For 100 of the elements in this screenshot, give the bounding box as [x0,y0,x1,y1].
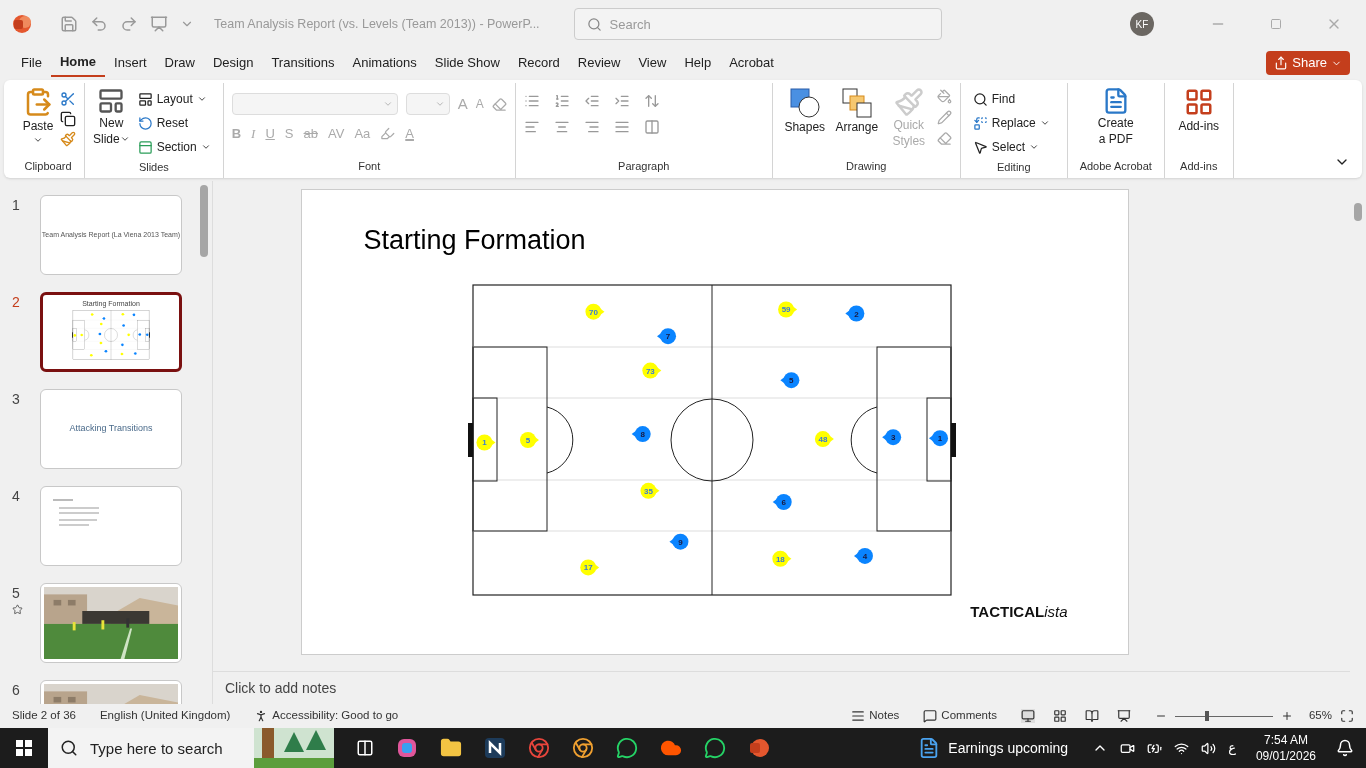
decrease-indent-icon[interactable] [583,93,600,109]
shape-fill-icon[interactable] [936,89,952,104]
slide-number: 5 [12,584,20,603]
align-right-icon[interactable] [583,119,600,135]
app-icon[interactable] [484,737,506,759]
clock-time[interactable]: 7:54 AM [1263,732,1308,748]
player-marker: 9 [668,533,688,550]
numbering-icon[interactable] [553,93,570,109]
slide-number: 2 [12,293,20,312]
create-pdf-button[interactable]: Create a PDF [1075,87,1156,147]
zoom-value[interactable]: 65% [1308,707,1332,725]
cut-icon[interactable] [60,91,76,107]
player-marker: 17 [579,558,599,575]
align-center-icon[interactable] [553,119,570,135]
ribbon-button[interactable]: Reset [133,111,215,135]
normal-view-icon[interactable] [1020,709,1035,723]
slide-sorter-icon[interactable] [1052,709,1067,723]
copy-icon[interactable] [60,111,76,127]
wifi-icon[interactable] [1174,740,1190,756]
player-marker: 48 [814,430,834,447]
user-avatar[interactable]: KF [1130,12,1154,36]
ribbon-tab[interactable]: File [12,49,51,77]
new-slide-icon [97,87,126,115]
highlighter-icon[interactable] [380,125,396,141]
zoom-slider[interactable] [1174,711,1273,721]
ribbon-tab[interactable]: View [629,49,676,77]
justify-icon[interactable] [613,119,630,135]
drawing-button[interactable]: Shapes [780,87,829,135]
taskbar-search-field[interactable]: Type here to search [90,728,240,768]
ribbon-button[interactable]: Find [968,87,1059,111]
ribbon-button[interactable]: Select [968,135,1059,159]
columns-icon[interactable] [643,119,660,135]
line-spacing-icon[interactable] [643,93,660,109]
notifications-icon[interactable] [1336,739,1354,757]
slide-thumbnail[interactable]: Attacking Transitions [40,389,182,469]
restore-icon[interactable] [1270,18,1282,30]
player-marker: 7 [656,327,676,344]
ribbon-tab[interactable]: Animations [343,49,426,77]
slide-counter: Slide 2 of 36 [12,708,76,724]
fit-slide-icon[interactable] [1340,709,1354,723]
ribbon-button[interactable]: Section [133,135,215,159]
increase-indent-icon[interactable] [613,93,630,109]
accessibility-status[interactable]: Accessibility: Good to go [254,707,399,725]
slide-thumbnail[interactable] [40,486,182,566]
redo-icon[interactable] [120,15,138,33]
ribbon-button[interactable]: Layout [133,87,215,111]
font-name-field[interactable] [231,93,398,116]
shape-outline-icon[interactable] [936,110,952,125]
ribbon-tab[interactable]: Slide Show [425,49,509,77]
ribbon-tab[interactable]: Insert [105,49,156,77]
clock-date[interactable]: 09/01/2026 [1255,748,1316,764]
chrome-icon[interactable] [572,737,594,759]
notes-button[interactable]: Notes [851,707,900,725]
ribbon-tab[interactable]: Transitions [262,49,344,77]
share-button[interactable]: Share [1266,51,1350,75]
slideshow-icon[interactable] [1116,709,1131,723]
font-size-field[interactable] [405,93,450,116]
scrollbar-thumb[interactable] [1354,203,1362,221]
bullets-icon[interactable] [523,93,540,109]
ribbon-tab[interactable]: Review [568,49,630,77]
ribbon-tab[interactable]: Record [508,49,569,77]
notes-placeholder[interactable]: Click to add notes [225,677,337,699]
paste-button[interactable]: Paste [20,87,56,145]
zoom-in-icon[interactable] [1280,710,1293,722]
scrollbar-thumb[interactable] [200,185,208,257]
task-view-icon[interactable] [356,739,374,757]
ribbon-tab[interactable]: Draw [155,49,204,77]
ribbon-tab[interactable]: Acrobat [720,49,783,77]
whatsapp-icon[interactable] [704,737,726,759]
slide-number: 6 [12,681,20,700]
new-slide-button[interactable]: New Slide [93,87,130,147]
reading-view-icon[interactable] [1084,709,1099,723]
volume-icon[interactable] [1201,740,1217,756]
clear-formatting-icon[interactable] [491,96,507,112]
ribbon-tab[interactable]: Help [675,49,721,77]
file-explorer-icon[interactable] [440,737,462,759]
news-widget[interactable]: Earnings upcoming [948,737,1069,759]
add-ins-button[interactable]: Add-ins [1172,87,1225,135]
copilot-icon[interactable] [396,737,418,759]
shape-effects-icon[interactable] [936,131,952,146]
presentation-icon[interactable] [150,15,168,33]
comments-button[interactable]: Comments [923,707,997,725]
taskbar-search-box[interactable]: Type here to search [48,728,334,768]
ribbon-tab[interactable]: Home [50,49,106,77]
caret-icon [196,94,207,104]
search-box[interactable]: Search [573,8,942,40]
ribbon-tab[interactable]: Design [203,49,263,77]
slide-number: 4 [12,487,20,506]
keyboard-language[interactable]: ع [1228,738,1236,758]
language-status[interactable]: English (United Kingdom) [99,707,231,725]
player-marker: 5 [779,371,799,388]
save-icon[interactable] [60,15,78,33]
drawing-button[interactable]: Arrange [832,87,881,135]
ribbon-button[interactable]: Replace [968,111,1059,135]
whatsapp-icon[interactable] [616,737,638,759]
search-field[interactable]: Search [609,9,929,39]
chrome-icon[interactable] [528,737,550,759]
undo-icon[interactable] [90,15,108,33]
align-left-icon[interactable] [523,119,540,135]
group-label: Slides [137,160,170,175]
